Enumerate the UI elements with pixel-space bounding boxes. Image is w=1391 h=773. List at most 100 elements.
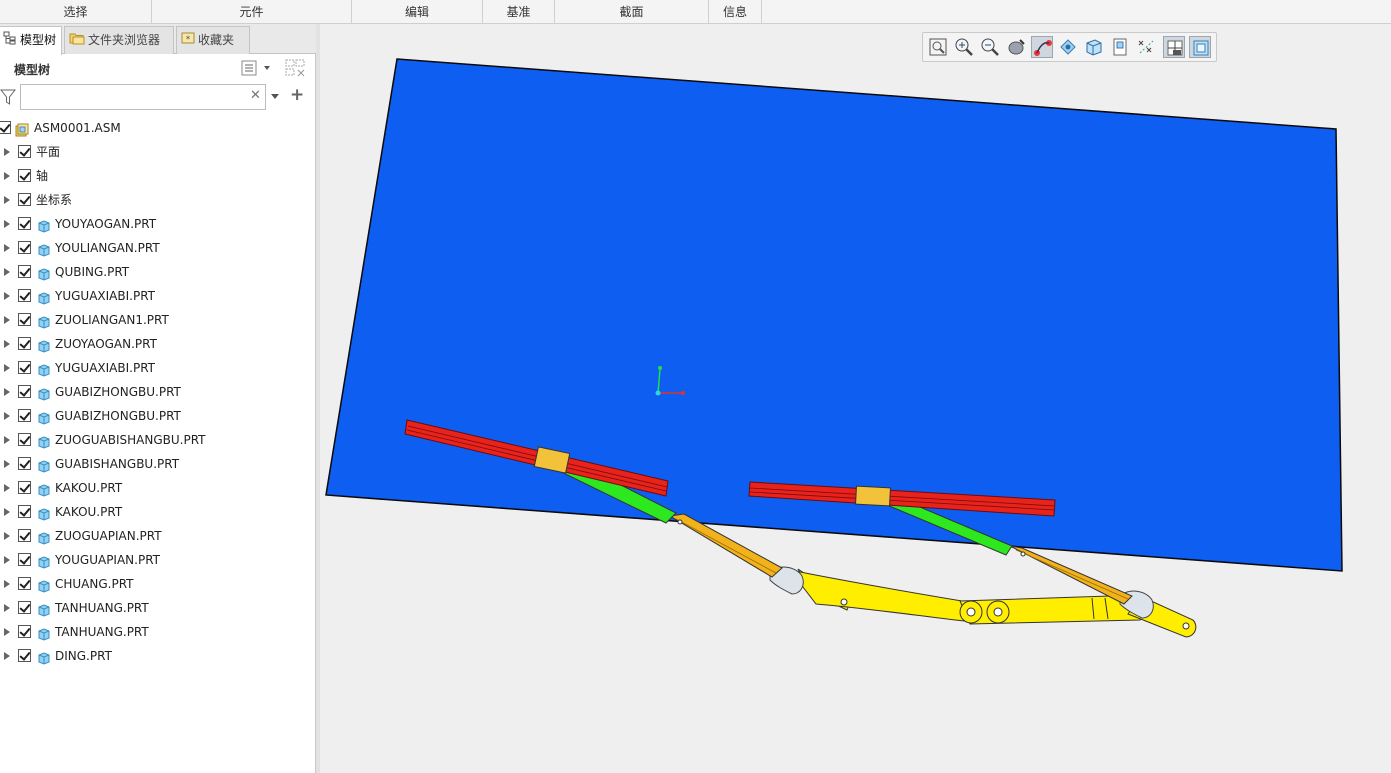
tree-item[interactable]: CHUANG.PRT [0,572,316,596]
tab-favorites[interactable]: * 收藏夹 [176,26,250,54]
expand-arrow-icon[interactable] [4,484,10,492]
expand-arrow-icon[interactable] [4,148,10,156]
visibility-checkbox[interactable] [18,649,31,662]
tree-settings-button[interactable] [240,58,270,78]
graphics-window[interactable] [320,24,1391,773]
visibility-checkbox[interactable] [18,193,31,206]
visibility-checkbox[interactable] [18,385,31,398]
tree-item[interactable]: DING.PRT [0,644,316,668]
tree-item[interactable]: GUABISHANGBU.PRT [0,452,316,476]
tree-item[interactable]: 轴 [0,164,316,188]
tree-item[interactable]: ZUOGUAPIAN.PRT [0,524,316,548]
visibility-checkbox[interactable] [18,265,31,278]
filter-icon[interactable] [0,88,17,106]
tree-item[interactable]: ZUOGUABISHANGBU.PRT [0,428,316,452]
ribbon-group-edit[interactable]: 编辑 [352,0,483,24]
ribbon-group-datum[interactable]: 基准 [483,0,555,24]
tree-item-label: YUGUAXIABI.PRT [55,361,155,375]
zoom-out-button[interactable] [979,36,1001,58]
expand-arrow-icon[interactable] [4,532,10,540]
ribbon-group-select[interactable]: 选择 [0,0,152,24]
repaint-button[interactable] [1005,36,1027,58]
visibility-checkbox[interactable] [18,577,31,590]
ribbon-group-info[interactable]: 信息 [709,0,762,24]
tree-filter-input[interactable] [20,84,266,110]
expand-arrow-icon[interactable] [4,460,10,468]
tree-item[interactable]: GUABIZHONGBU.PRT [0,380,316,404]
ribbon-group-component[interactable]: 元件 [152,0,352,24]
expand-arrow-icon[interactable] [4,556,10,564]
visibility-checkbox[interactable] [0,121,11,134]
tree-item[interactable]: ASM0001.ASM [0,116,316,140]
expand-arrow-icon[interactable] [4,196,10,204]
repaint-icon [1008,39,1025,55]
tree-item[interactable]: YOUYAOGAN.PRT [0,212,316,236]
view-manager-button[interactable] [1109,36,1131,58]
expand-arrow-icon[interactable] [4,412,10,420]
ribbon-group-section[interactable]: 截面 [555,0,709,24]
visibility-checkbox[interactable] [18,457,31,470]
annotation-display-button[interactable] [1189,36,1211,58]
visibility-checkbox[interactable] [18,169,31,182]
expand-arrow-icon[interactable] [4,508,10,516]
tab-model-tree[interactable]: 模型树 [0,26,62,55]
model-viewport[interactable] [320,24,1391,773]
expand-arrow-icon[interactable] [4,652,10,660]
expand-arrow-icon[interactable] [4,244,10,252]
expand-arrow-icon[interactable] [4,268,10,276]
add-filter-icon[interactable]: + [290,85,306,105]
tree-item[interactable]: GUABIZHONGBU.PRT [0,404,316,428]
visibility-checkbox[interactable] [18,217,31,230]
filter-dropdown-icon[interactable] [270,90,280,102]
visibility-checkbox[interactable] [18,553,31,566]
visibility-checkbox[interactable] [18,241,31,254]
tree-item[interactable]: TANHUANG.PRT [0,620,316,644]
clear-filter-icon[interactable]: ✕ [250,88,262,104]
visibility-checkbox[interactable] [18,601,31,614]
tab-folder-browser[interactable]: 文件夹浏览器 [64,26,174,54]
named-views-button[interactable] [1057,36,1079,58]
visibility-checkbox[interactable] [18,337,31,350]
visibility-checkbox[interactable] [18,409,31,422]
tree-item[interactable]: 坐标系 [0,188,316,212]
refit-button[interactable] [927,36,949,58]
datum-display-button[interactable] [1135,36,1157,58]
expand-arrow-icon[interactable] [4,364,10,372]
tree-item[interactable]: 平面 [0,140,316,164]
display-style-button[interactable] [1031,36,1053,58]
expand-arrow-icon[interactable] [4,316,10,324]
expand-arrow-icon[interactable] [4,340,10,348]
expand-arrow-icon[interactable] [4,628,10,636]
spin-center-button[interactable] [1163,36,1185,58]
visibility-checkbox[interactable] [18,529,31,542]
saved-orientations-icon [1086,39,1102,56]
visibility-checkbox[interactable] [18,625,31,638]
tree-item[interactable]: QUBING.PRT [0,260,316,284]
tree-item[interactable]: ZUOYAOGAN.PRT [0,332,316,356]
tree-item[interactable]: TANHUANG.PRT [0,596,316,620]
tree-item[interactable]: YUGUAXIABI.PRT [0,284,316,308]
visibility-checkbox[interactable] [18,505,31,518]
tree-item[interactable]: KAKOU.PRT [0,500,316,524]
visibility-checkbox[interactable] [18,361,31,374]
tree-item[interactable]: YOULIANGAN.PRT [0,236,316,260]
expand-arrow-icon[interactable] [4,220,10,228]
visibility-checkbox[interactable] [18,481,31,494]
expand-arrow-icon[interactable] [4,172,10,180]
visibility-checkbox[interactable] [18,289,31,302]
zoom-in-button[interactable] [953,36,975,58]
saved-orientations-button[interactable] [1083,36,1105,58]
expand-arrow-icon[interactable] [4,388,10,396]
visibility-checkbox[interactable] [18,433,31,446]
visibility-checkbox[interactable] [18,313,31,326]
visibility-checkbox[interactable] [18,145,31,158]
expand-arrow-icon[interactable] [4,580,10,588]
expand-arrow-icon[interactable] [4,436,10,444]
tree-item[interactable]: KAKOU.PRT [0,476,316,500]
tree-item[interactable]: ZUOLIANGAN1.PRT [0,308,316,332]
expand-arrow-icon[interactable] [4,604,10,612]
tree-item[interactable]: YOUGUAPIAN.PRT [0,548,316,572]
tree-item[interactable]: YUGUAXIABI.PRT [0,356,316,380]
expand-arrow-icon[interactable] [4,292,10,300]
tree-columns-button[interactable] [284,58,306,78]
